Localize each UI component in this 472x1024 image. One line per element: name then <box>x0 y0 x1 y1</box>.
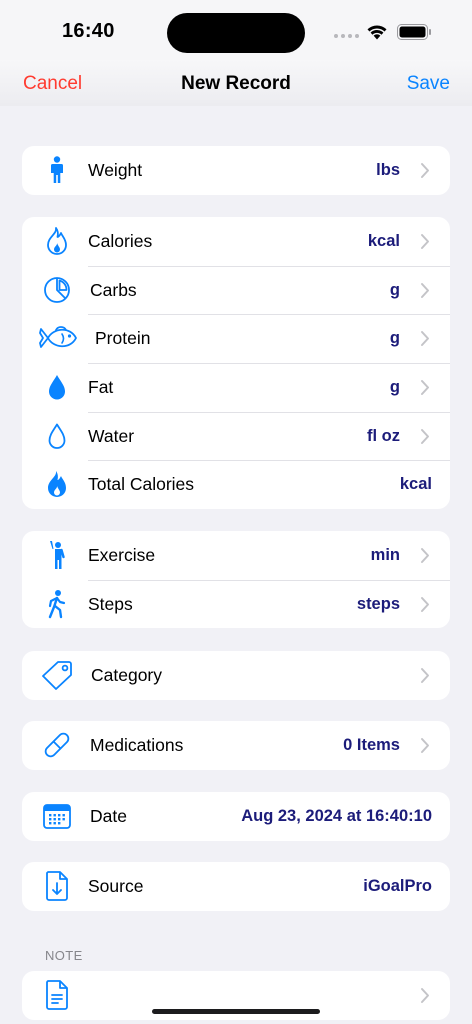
source-group: Source iGoalPro <box>22 862 450 911</box>
total-calories-row: Total Calories kcal <box>22 460 450 509</box>
carbs-label: Carbs <box>90 279 137 300</box>
calendar-icon <box>37 801 77 831</box>
date-value: Aug 23, 2024 at 16:40:10 <box>241 807 432 825</box>
chevron-right-icon <box>421 331 429 347</box>
pie-chart-icon <box>37 275 77 305</box>
chevron-right-icon <box>421 738 429 753</box>
document-download-icon <box>37 871 77 901</box>
person-standing-icon <box>37 155 77 185</box>
flame-filled-icon <box>37 469 77 499</box>
person-walking-icon <box>37 589 77 619</box>
date-label: Date <box>90 806 127 826</box>
cellular-signal-icon <box>334 34 359 38</box>
page-title: New Record <box>181 73 291 94</box>
weight-row[interactable]: Weight lbs <box>22 146 450 195</box>
exercise-unit: min <box>370 546 400 564</box>
source-label: Source <box>88 876 144 896</box>
category-row[interactable]: Category <box>22 651 450 700</box>
chevron-right-icon <box>421 428 429 444</box>
chevron-right-icon <box>421 163 429 178</box>
date-row[interactable]: Date Aug 23, 2024 at 16:40:10 <box>22 792 450 841</box>
pill-icon <box>37 730 77 760</box>
water-unit: fl oz <box>367 426 400 445</box>
weight-group: Weight lbs <box>22 146 450 195</box>
calories-row[interactable]: Calories kcal <box>22 217 450 266</box>
fish-icon <box>37 323 79 353</box>
calories-unit: kcal <box>367 232 400 250</box>
date-group: Date Aug 23, 2024 at 16:40:10 <box>22 792 450 841</box>
protein-unit: g <box>389 329 400 348</box>
chevron-right-icon <box>421 988 429 1003</box>
status-bar: 16:40 <box>0 0 472 60</box>
fat-unit: g <box>389 378 400 397</box>
steps-unit: steps <box>356 594 400 613</box>
water-row[interactable]: Water fl oz <box>22 411 450 461</box>
note-section-header: NOTE <box>45 948 83 963</box>
person-raising-hand-icon <box>37 540 77 570</box>
source-row: Source iGoalPro <box>22 862 450 911</box>
source-value: iGoalPro <box>363 877 432 895</box>
fat-label: Fat <box>88 377 114 398</box>
fat-row[interactable]: Fat g <box>22 363 450 412</box>
chevron-right-icon <box>421 234 429 249</box>
medications-label: Medications <box>90 735 184 755</box>
chevron-right-icon <box>421 380 429 396</box>
medications-group: Medications 0 Items <box>22 721 450 770</box>
medications-row[interactable]: Medications 0 Items <box>22 721 450 770</box>
tag-icon <box>37 660 77 690</box>
dynamic-island <box>167 13 305 53</box>
new-record-screen: 16:40 Cancel New Record Save Weight lbs … <box>0 0 472 1024</box>
battery-icon <box>397 24 431 40</box>
flame-outline-icon <box>37 226 77 256</box>
category-label: Category <box>91 665 163 685</box>
chevron-right-icon <box>421 596 429 612</box>
chevron-right-icon <box>421 282 429 298</box>
navigation-bar: Cancel New Record Save <box>0 60 472 106</box>
category-group: Category <box>22 651 450 700</box>
steps-row[interactable]: Steps steps <box>22 579 450 629</box>
weight-unit: lbs <box>376 161 400 179</box>
carbs-unit: g <box>389 280 400 299</box>
chevron-right-icon <box>421 548 429 563</box>
exercise-row[interactable]: Exercise min <box>22 531 450 580</box>
exercise-label: Exercise <box>88 545 156 565</box>
drop-outline-icon <box>37 421 77 451</box>
weight-label: Weight <box>88 160 143 180</box>
status-time: 16:40 <box>62 20 115 42</box>
total-calories-label: Total Calories <box>88 474 195 495</box>
save-button[interactable]: Save <box>407 73 450 95</box>
protein-label: Protein <box>95 328 151 349</box>
drop-filled-icon <box>37 372 77 402</box>
calories-label: Calories <box>88 231 153 251</box>
activity-group: Exercise min Steps steps <box>22 531 450 629</box>
wifi-icon <box>367 25 387 40</box>
medications-count: 0 Items <box>343 736 400 754</box>
nutrition-group: Calories kcal Carbs g Protein g Fat g Wa… <box>22 217 450 510</box>
document-text-icon <box>37 980 77 1010</box>
protein-row[interactable]: Protein g <box>22 314 450 363</box>
total-calories-unit: kcal <box>399 475 432 494</box>
water-label: Water <box>88 425 135 446</box>
steps-label: Steps <box>88 593 133 614</box>
carbs-row[interactable]: Carbs g <box>22 265 450 315</box>
home-indicator[interactable] <box>152 1009 320 1014</box>
chevron-right-icon <box>421 668 429 683</box>
